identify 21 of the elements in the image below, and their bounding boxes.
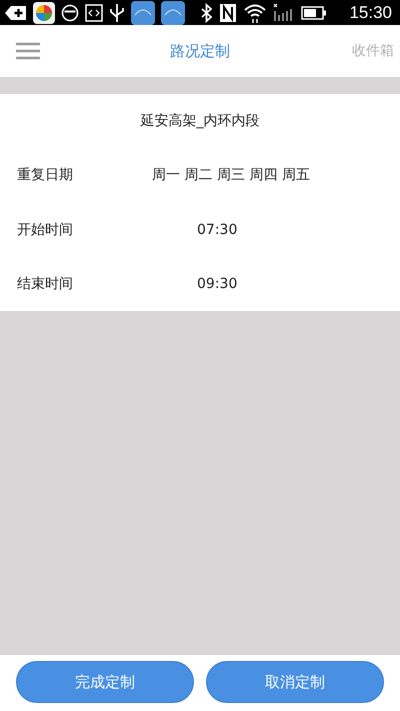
menu-icon[interactable] (16, 42, 40, 60)
usb-icon (109, 2, 125, 22)
field-value[interactable]: 09:30 (197, 276, 238, 292)
field-value[interactable]: 07:30 (197, 222, 238, 238)
bluetooth-icon (201, 2, 213, 22)
field-value[interactable]: 周一 周二 周三 周四 周五 (152, 166, 310, 184)
app-icon (131, 0, 155, 24)
field-label: 结束时间 (17, 275, 74, 294)
field-label: 重复日期 (17, 166, 74, 184)
status-time: 15:30 (349, 2, 392, 22)
app-icon (33, 2, 55, 24)
back-plus-icon (5, 4, 27, 20)
route-name: 延安高架_内环内段 (140, 112, 260, 131)
code-icon (85, 4, 103, 22)
wifi-icon (243, 2, 267, 24)
page-title: 路况定制 (170, 42, 230, 60)
app-icon (161, 0, 185, 24)
nfc-icon (219, 2, 237, 22)
battery-icon (301, 6, 327, 20)
signal-icon (273, 2, 295, 22)
field-label: 开始时间 (17, 220, 74, 239)
